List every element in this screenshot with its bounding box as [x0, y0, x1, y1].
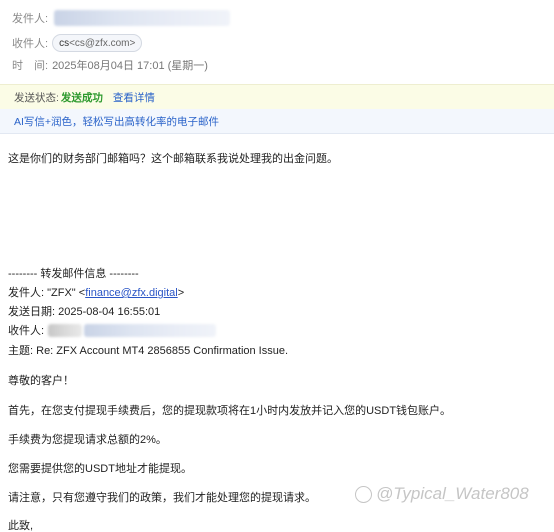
forward-date-row: 发送日期: 2025-08-04 16:55:01	[8, 303, 160, 319]
forward-header: -------- 转发邮件信息 --------	[8, 268, 139, 280]
paragraph-4: 请注意，只有您遵守我们的政策，我们才能处理您的提现请求。	[8, 492, 316, 504]
forward-to-row: 收件人:	[8, 322, 217, 338]
email-view: 发件人: 收件人: cs <cs@zfx.com> 时 间: 2025年08月0…	[0, 0, 554, 532]
forward-from-label: 发件人:	[8, 287, 45, 299]
to-recipient-chip[interactable]: cs <cs@zfx.com>	[52, 34, 143, 52]
send-status-bar: 发送状态: 发送成功 查看详情	[0, 84, 554, 110]
from-label: 发件人:	[12, 13, 49, 25]
forward-date-value: 2025-08-04 16:55:01	[58, 306, 161, 318]
paragraph-3: 您需要提供您的USDT地址才能提现。	[8, 463, 192, 475]
ai-promo-bar: AI写信+润色，轻松写出高转化率的电子邮件	[0, 109, 554, 134]
to-label: 收件人:	[12, 38, 49, 50]
time-label: 时 间:	[12, 60, 49, 72]
forward-from-name: "ZFX" <	[47, 287, 86, 299]
forward-subject-row: 主题: Re: ZFX Account MT4 2856855 Confirma…	[8, 342, 288, 358]
forward-date-label: 发送日期:	[8, 306, 56, 318]
to-chip-name: cs	[59, 37, 70, 49]
paragraph-1: 首先，在您支付提现手续费后，您的提现款项将在1小时内发放并记入您的USDT钱包账…	[8, 405, 452, 417]
send-status-value: 发送成功	[60, 91, 103, 104]
closing: 此致,	[8, 520, 34, 532]
forward-from-close: >	[177, 287, 185, 299]
from-row: 发件人:	[12, 10, 231, 26]
zhihu-logo-icon	[355, 485, 372, 503]
forward-subject-label: 主题:	[8, 345, 34, 357]
paragraph-2: 手续费为您提现请求总额的2%。	[8, 434, 167, 446]
view-details-link[interactable]: 查看详情	[113, 90, 155, 105]
to-chip-address: <cs@zfx.com>	[69, 37, 136, 49]
send-status-label: 发送状态:	[14, 91, 59, 104]
forward-to-redacted-email	[84, 323, 217, 337]
forward-subject-value: Re: ZFX Account MT4 2856855 Confirmation…	[36, 345, 289, 357]
forward-from-email-link[interactable]: finance@zfx.digital	[85, 287, 178, 299]
watermark: @Typical_Water808	[355, 484, 529, 504]
from-redacted	[54, 10, 231, 26]
forward-to-redacted-name	[48, 323, 83, 337]
body-question: 这是你们的财务部门邮箱吗？这个邮箱联系我说处理我的出金问题。	[8, 153, 338, 165]
time-value: 2025年08月04日 17:01 (星期一)	[52, 60, 208, 72]
watermark-text: @Typical_Water808	[376, 484, 529, 503]
forward-to-label: 收件人:	[8, 325, 45, 337]
forward-from-row: 发件人: "ZFX" <finance@zfx.digital>	[8, 284, 184, 300]
greeting: 尊敬的客户！	[8, 375, 74, 387]
time-row: 时 间: 2025年08月04日 17:01 (星期一)	[12, 57, 208, 73]
to-row: 收件人: cs <cs@zfx.com>	[12, 34, 143, 52]
ai-write-link[interactable]: AI写信+润色，轻松写出高转化率的电子邮件	[14, 114, 219, 129]
